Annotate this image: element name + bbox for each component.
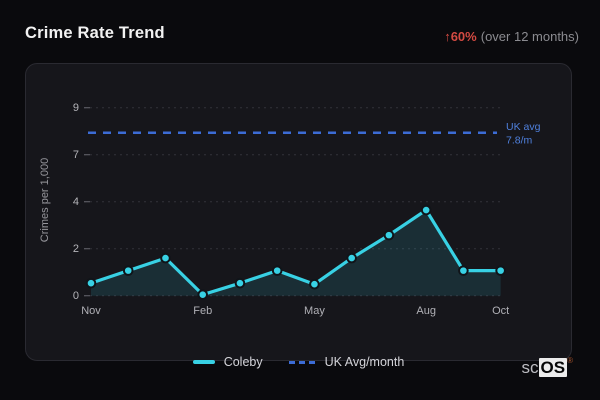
x-tick-label: Nov	[81, 305, 101, 317]
data-point[interactable]	[420, 204, 432, 216]
data-point[interactable]	[85, 277, 97, 289]
uk-avg-annotation: UK avg	[506, 121, 541, 133]
legend-label: UK Avg/month	[324, 355, 405, 369]
y-tick-label: 2	[73, 243, 79, 255]
x-tick-label: Aug	[416, 305, 436, 317]
data-point[interactable]	[495, 265, 506, 276]
data-point[interactable]	[271, 265, 283, 276]
chart-legend: Coleby UK Avg/month	[25, 354, 572, 370]
logo-prefix: sc	[521, 358, 539, 377]
y-tick-label: 0	[73, 290, 79, 302]
data-point[interactable]	[234, 277, 246, 289]
data-point[interactable]	[197, 289, 209, 300]
y-tick-label: 4	[73, 196, 79, 208]
x-tick-label: Feb	[193, 305, 212, 317]
y-axis-title: Crimes per 1,000	[39, 158, 51, 242]
data-point[interactable]	[160, 252, 171, 264]
coleby-line-swatch-icon	[192, 360, 215, 364]
data-point[interactable]	[383, 229, 395, 241]
data-point[interactable]	[458, 265, 469, 276]
crime-trend-chart: 0 2 4 7 9 Crimes per 1,000 UK avg7.8/m Nov Feb Ma…	[39, 102, 541, 317]
uk-avg-dashed-swatch-icon	[288, 360, 316, 364]
area-fill	[91, 210, 501, 296]
uk-avg-annotation: 7.8/m	[506, 134, 533, 146]
x-tick-label: Oct	[492, 305, 509, 317]
y-tick-label: 9	[73, 102, 79, 114]
registered-trademark-icon: ®	[567, 356, 573, 365]
y-tick-label: 7	[73, 149, 79, 161]
logo-boxed-text: OS	[538, 358, 568, 377]
data-point[interactable]	[309, 278, 320, 290]
data-point[interactable]	[122, 265, 134, 276]
scos-logo: sc OS ®	[521, 356, 573, 377]
data-point[interactable]	[346, 252, 357, 264]
legend-item-uk-avg[interactable]: UK Avg/month	[288, 355, 405, 369]
x-tick-label: May	[304, 305, 325, 317]
legend-item-coleby[interactable]: Coleby	[192, 355, 263, 369]
legend-label: Coleby	[223, 355, 263, 369]
